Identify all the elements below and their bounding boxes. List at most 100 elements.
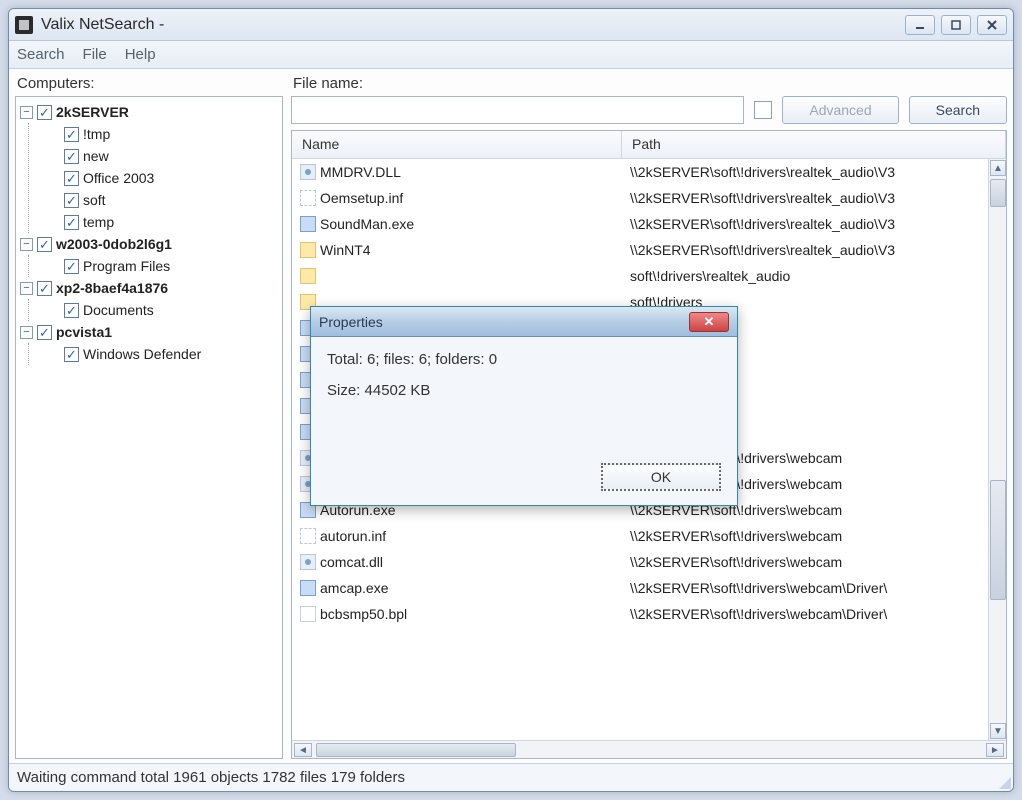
advanced-button[interactable]: Advanced (782, 96, 898, 124)
tree-label: new (83, 148, 109, 164)
filename-label: File name: (293, 75, 1007, 92)
tree-checkbox[interactable]: ✓ (64, 347, 79, 362)
folder-icon (300, 242, 316, 258)
menubar: Search File Help (9, 41, 1013, 69)
resize-grip[interactable] (997, 775, 1011, 789)
scroll-up-arrow[interactable]: ▲ (990, 160, 1006, 176)
tree-toggle-icon[interactable]: − (20, 238, 33, 251)
tree-label: Documents (83, 302, 154, 318)
tree-checkbox[interactable]: ✓ (37, 281, 52, 296)
tree-checkbox[interactable]: ✓ (64, 215, 79, 230)
tree-node[interactable]: ✓ Office 2003 (29, 167, 280, 189)
dialog-title: Properties (319, 314, 383, 330)
file-row[interactable]: MMDRV.DLL \\2kSERVER\soft\!drivers\realt… (292, 159, 1006, 185)
advanced-checkbox[interactable] (754, 101, 772, 119)
menu-help[interactable]: Help (125, 46, 156, 63)
file-path: \\2kSERVER\soft\!drivers\realtek_audio\V… (630, 164, 895, 180)
tree-node[interactable]: ✓ soft (29, 189, 280, 211)
exe-icon (300, 216, 316, 232)
column-path[interactable]: Path (622, 131, 1006, 158)
tree-checkbox[interactable]: ✓ (37, 237, 52, 252)
scroll-down-arrow[interactable]: ▼ (990, 723, 1006, 739)
file-row[interactable]: WinNT4 \\2kSERVER\soft\!drivers\realtek_… (292, 237, 1006, 263)
tree-checkbox[interactable]: ✓ (37, 325, 52, 340)
menu-search[interactable]: Search (17, 46, 65, 63)
tree-label: pcvista1 (56, 324, 112, 340)
inf-icon (300, 528, 316, 544)
tree-checkbox[interactable]: ✓ (64, 259, 79, 274)
scroll-thumb[interactable] (990, 179, 1006, 207)
search-button[interactable]: Search (909, 96, 1007, 124)
tree-label: w2003-0dob2l6g1 (56, 236, 172, 252)
tree-label: 2kSERVER (56, 104, 129, 120)
status-text: Waiting command total 1961 objects 1782 … (17, 769, 405, 786)
file-row[interactable]: soft\!drivers\realtek_audio (292, 263, 1006, 289)
tree-checkbox[interactable]: ✓ (64, 171, 79, 186)
close-button[interactable] (977, 15, 1007, 35)
tree-spacer (47, 172, 60, 185)
scroll-right-arrow[interactable]: ► (986, 743, 1004, 757)
hscroll-thumb[interactable] (316, 743, 516, 757)
tree-label: soft (83, 192, 106, 208)
tree-node[interactable]: − ✓ xp2-8baef4a1876 (18, 277, 280, 299)
tree-checkbox[interactable]: ✓ (37, 105, 52, 120)
tree-node[interactable]: − ✓ 2kSERVER (18, 101, 280, 123)
titlebar: Valix NetSearch - (9, 9, 1013, 41)
file-name: amcap.exe (320, 580, 388, 596)
scroll-left-arrow[interactable]: ◄ (294, 743, 312, 757)
tree-checkbox[interactable]: ✓ (64, 303, 79, 318)
file-row[interactable]: comcat.dll \\2kSERVER\soft\!drivers\webc… (292, 549, 1006, 575)
tree-checkbox[interactable]: ✓ (64, 127, 79, 142)
tree-toggle-icon[interactable]: − (20, 326, 33, 339)
tree-node[interactable]: ✓ !tmp (29, 123, 280, 145)
file-list-header: Name Path (292, 131, 1006, 159)
scroll-thumb-lower[interactable] (990, 480, 1006, 600)
file-path: \\2kSERVER\soft\!drivers\realtek_audio\V… (630, 190, 895, 206)
tree-node[interactable]: ✓ new (29, 145, 280, 167)
computers-tree[interactable]: − ✓ 2kSERVER ✓ !tmp ✓ new ✓ Office 2003 … (15, 96, 283, 759)
computers-label: Computers: (17, 75, 283, 92)
filename-input[interactable] (291, 96, 744, 124)
file-row[interactable]: amcap.exe \\2kSERVER\soft\!drivers\webca… (292, 575, 1006, 601)
generic-icon (300, 606, 316, 622)
tree-spacer (47, 304, 60, 317)
file-path: \\2kSERVER\soft\!drivers\webcam (630, 528, 842, 544)
properties-dialog: Properties ✕ Total: 6; files: 6; folders… (310, 306, 738, 506)
tree-toggle-icon[interactable]: − (20, 106, 33, 119)
menu-file[interactable]: File (83, 46, 107, 63)
tree-spacer (47, 348, 60, 361)
maximize-button[interactable] (941, 15, 971, 35)
dialog-ok-button[interactable]: OK (601, 463, 721, 491)
tree-node[interactable]: − ✓ w2003-0dob2l6g1 (18, 233, 280, 255)
dialog-size-text: Size: 44502 KB (327, 382, 721, 399)
file-row[interactable]: bcbsmp50.bpl \\2kSERVER\soft\!drivers\we… (292, 601, 1006, 627)
tree-node[interactable]: ✓ temp (29, 211, 280, 233)
tree-checkbox[interactable]: ✓ (64, 193, 79, 208)
folder-icon (300, 268, 316, 284)
file-name: comcat.dll (320, 554, 383, 570)
minimize-button[interactable] (905, 15, 935, 35)
tree-node[interactable]: ✓ Program Files (29, 255, 280, 277)
column-name[interactable]: Name (292, 131, 622, 158)
file-row[interactable]: autorun.inf \\2kSERVER\soft\!drivers\web… (292, 523, 1006, 549)
file-row[interactable]: SoundMan.exe \\2kSERVER\soft\!drivers\re… (292, 211, 1006, 237)
tree-checkbox[interactable]: ✓ (64, 149, 79, 164)
tree-toggle-icon[interactable]: − (20, 282, 33, 295)
file-name: SoundMan.exe (320, 216, 414, 232)
inf-icon (300, 190, 316, 206)
tree-node[interactable]: ✓ Windows Defender (29, 343, 280, 365)
file-path: \\2kSERVER\soft\!drivers\realtek_audio\V… (630, 216, 895, 232)
tree-node[interactable]: − ✓ pcvista1 (18, 321, 280, 343)
dialog-close-button[interactable]: ✕ (689, 312, 729, 332)
file-name: autorun.inf (320, 528, 386, 544)
vertical-scrollbar[interactable]: ▲ ▼ (988, 159, 1006, 740)
dialog-total-text: Total: 6; files: 6; folders: 0 (327, 351, 721, 368)
file-row[interactable]: Oemsetup.inf \\2kSERVER\soft\!drivers\re… (292, 185, 1006, 211)
horizontal-scrollbar[interactable]: ◄ ► (292, 740, 1006, 758)
file-path: \\2kSERVER\soft\!drivers\webcam\Driver\ (630, 606, 887, 622)
window-title: Valix NetSearch - (41, 16, 905, 34)
tree-node[interactable]: ✓ Documents (29, 299, 280, 321)
file-path: \\2kSERVER\soft\!drivers\webcam (630, 554, 842, 570)
exe-icon (300, 580, 316, 596)
file-path: \\2kSERVER\soft\!drivers\realtek_audio\V… (630, 242, 895, 258)
